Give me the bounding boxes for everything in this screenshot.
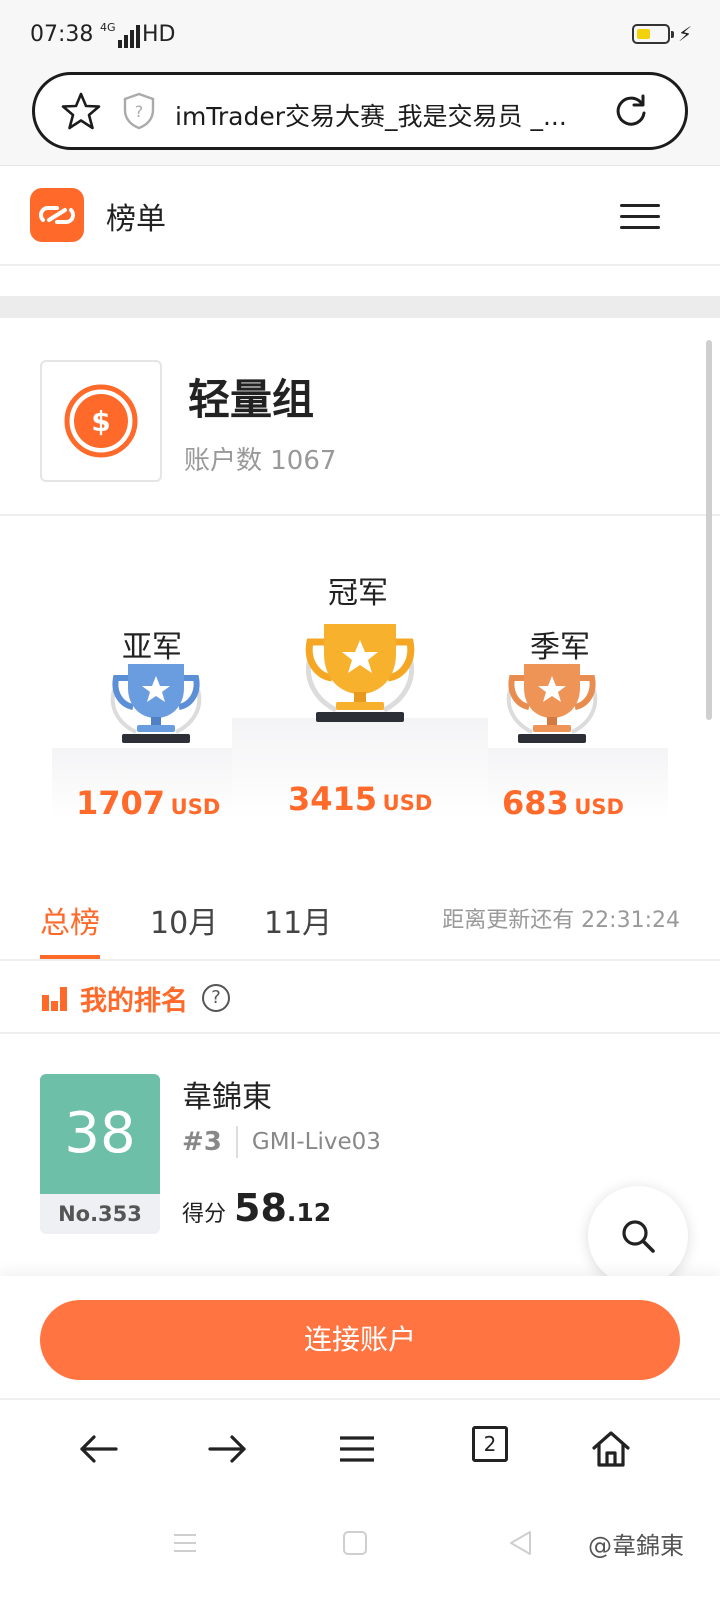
my-ranking-label: 我的排名 — [80, 985, 188, 1017]
home-icon[interactable] — [588, 1426, 634, 1472]
bronze-trophy-icon — [506, 664, 598, 743]
search-icon — [622, 1220, 655, 1253]
group-icon-box: $ — [40, 360, 162, 482]
site-logo[interactable] — [30, 188, 84, 242]
score-integer: 58 — [234, 1186, 287, 1230]
prize-currency: USD — [574, 795, 624, 819]
trader-score: 得分 58.12 — [182, 1186, 331, 1230]
recent-apps-icon[interactable] — [172, 1530, 198, 1556]
prize-currency: USD — [382, 791, 433, 815]
prize-amount: 683 — [502, 784, 569, 822]
watermark: @韋錦東 — [588, 1532, 684, 1560]
url-bar[interactable]: ? imTrader交易大赛_我是交易员 _... — [32, 72, 688, 150]
gold-trophy-icon — [305, 624, 415, 722]
divider — [0, 514, 720, 516]
forward-arrow-icon[interactable] — [204, 1426, 250, 1472]
divider — [0, 959, 720, 961]
security-shield-icon[interactable]: ? — [119, 91, 159, 131]
battery-icon — [632, 24, 674, 44]
hamburger-menu-icon[interactable] — [620, 204, 660, 230]
rank-number: No.353 — [40, 1194, 160, 1234]
podium-first-label: 冠军 — [328, 576, 388, 611]
silver-trophy-icon — [110, 664, 202, 743]
group-account-count: 账户数 1067 — [184, 446, 337, 476]
prize-amount: 1707 — [76, 784, 166, 822]
trader-name[interactable]: 韋錦東 — [182, 1072, 272, 1116]
prize-currency: USD — [170, 795, 221, 819]
network-type: 4G — [100, 21, 116, 34]
tabs-count-button[interactable]: 2 — [472, 1426, 508, 1462]
bottom-action-bar: 连接账户 — [0, 1276, 720, 1398]
prize-amount: 3415 — [288, 780, 378, 818]
status-bar: 07:38 4G HD ⚡ — [0, 0, 720, 70]
page-title-url[interactable]: imTrader交易大赛_我是交易员 _... — [175, 97, 595, 133]
browser-url-area: ? imTrader交易大赛_我是交易员 _... — [0, 70, 720, 166]
system-back-icon[interactable] — [508, 1530, 534, 1556]
section-gap — [0, 296, 720, 318]
hd-indicator: HD — [142, 22, 176, 47]
update-countdown: 距离更新还有 22:31:24 — [442, 908, 680, 933]
score-decimal: .12 — [286, 1198, 332, 1227]
podium-first-prize: 3415 USD — [288, 780, 432, 818]
reload-icon[interactable] — [611, 91, 651, 131]
bar-chart-icon — [42, 987, 67, 1011]
podium-third-prize: 683 USD — [502, 784, 624, 822]
meta-separator — [235, 1126, 238, 1158]
svg-text:$: $ — [91, 405, 110, 438]
svg-text:?: ? — [135, 102, 144, 121]
help-icon[interactable]: ? — [202, 984, 230, 1012]
scrollbar[interactable] — [706, 340, 712, 720]
tab-october[interactable]: 10月 — [150, 898, 218, 942]
browser-menu-icon[interactable] — [334, 1426, 380, 1472]
bookmark-star-icon[interactable] — [61, 91, 101, 131]
search-button[interactable] — [588, 1186, 688, 1286]
site-header: 榜单 — [0, 166, 720, 266]
charging-icon: ⚡ — [678, 22, 693, 46]
tab-november[interactable]: 11月 — [264, 898, 332, 942]
dollar-coin-icon: $ — [64, 384, 138, 458]
divider — [0, 1032, 720, 1034]
back-arrow-icon[interactable] — [76, 1426, 122, 1472]
trader-account: GMI-Live03 — [251, 1129, 381, 1155]
rank-position: 38 — [40, 1074, 160, 1194]
trader-group-rank: #3 — [182, 1127, 222, 1157]
group-name: 轻量组 — [188, 375, 315, 424]
status-time: 07:38 — [30, 22, 94, 47]
podium-second-prize: 1707 USD — [76, 784, 220, 822]
my-ranking-row[interactable]: 我的排名 ? — [40, 978, 230, 1018]
signal-icon: 4G — [100, 22, 140, 48]
rank-badge: 38 No.353 — [40, 1074, 160, 1234]
logo-icon — [38, 206, 76, 224]
trader-meta: #3 GMI-Live03 — [182, 1126, 381, 1158]
system-home-icon[interactable] — [342, 1530, 368, 1556]
connect-account-button[interactable]: 连接账户 — [40, 1300, 680, 1380]
score-label: 得分 — [182, 1202, 227, 1227]
browser-toolbar: 2 — [0, 1398, 720, 1498]
header-title: 榜单 — [106, 202, 166, 237]
tab-overall[interactable]: 总榜 — [40, 898, 100, 942]
